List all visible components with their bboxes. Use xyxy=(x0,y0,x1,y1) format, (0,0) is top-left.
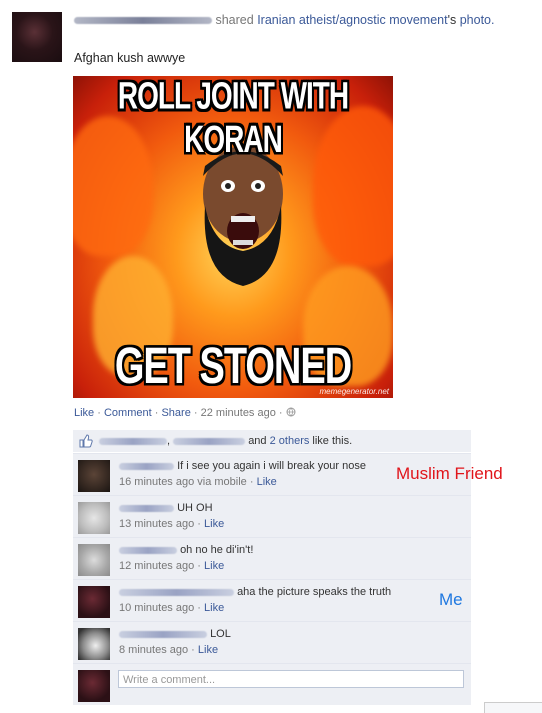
redacted-commenter-name[interactable] xyxy=(119,462,174,470)
annotation-me: Me xyxy=(439,590,463,609)
post-time[interactable]: 22 minutes ago xyxy=(201,407,276,419)
comment-composer: Write a comment... xyxy=(73,663,471,705)
redacted-commenter-name[interactable] xyxy=(119,504,174,512)
redacted-commenter-name[interactable] xyxy=(119,546,177,554)
redacted-commenter-name[interactable] xyxy=(119,630,207,638)
comment-text: UH OH xyxy=(177,502,213,514)
redacted-liker-name[interactable] xyxy=(173,437,246,445)
commenter-avatar[interactable] xyxy=(78,460,110,492)
separator: · xyxy=(97,407,101,419)
meme-watermark: memegenerator.net xyxy=(319,387,389,396)
comment-time[interactable]: 13 minutes ago xyxy=(119,518,194,530)
comment-like-link[interactable]: Like xyxy=(257,476,277,488)
window-corner xyxy=(484,702,542,713)
comment-link[interactable]: Comment xyxy=(104,407,152,419)
comment-time[interactable]: 16 minutes ago via mobile xyxy=(119,476,247,488)
comment-item: aha the picture speaks the truth 10 minu… xyxy=(73,579,471,621)
post-caption: Afghan kush awwye xyxy=(74,51,186,65)
others-link[interactable]: 2 others xyxy=(270,435,310,447)
separator: · xyxy=(197,602,201,614)
separator: · xyxy=(154,407,159,419)
share-link[interactable]: Share xyxy=(161,407,190,419)
page-name-link[interactable]: Iranian atheist/agnostic movement xyxy=(257,13,447,27)
comment-text: aha the picture speaks the truth xyxy=(237,586,392,598)
comment-like-link[interactable]: Like xyxy=(204,602,224,614)
poster-avatar[interactable] xyxy=(12,12,62,62)
separator: · xyxy=(197,560,201,572)
meme-top-text: ROLL JOINT WITH KORAN xyxy=(117,76,349,160)
photo-link[interactable]: photo. xyxy=(460,13,495,27)
commenter-avatar[interactable] xyxy=(78,628,110,660)
commenter-avatar[interactable] xyxy=(78,586,110,618)
comment-time[interactable]: 8 minutes ago xyxy=(119,644,188,656)
comment-text: oh no he di'in't! xyxy=(180,544,254,556)
comment-like-link[interactable]: Like xyxy=(204,518,224,530)
comment-like-link[interactable]: Like xyxy=(198,644,218,656)
comment-text: LOL xyxy=(210,628,231,640)
shared-word: shared xyxy=(215,13,254,27)
globe-icon xyxy=(286,407,296,417)
comment-like-link[interactable]: Like xyxy=(204,560,224,572)
redacted-poster-name[interactable] xyxy=(74,17,212,25)
possessive: 's xyxy=(447,13,457,27)
comment-item: LOL 8 minutes ago · Like xyxy=(73,621,471,663)
comment-time[interactable]: 10 minutes ago xyxy=(119,602,194,614)
likes-row: , and 2 others like this. xyxy=(73,430,471,453)
likes-text: , and 2 others like this. xyxy=(99,435,352,447)
separator: · xyxy=(249,476,254,488)
comment-time[interactable]: 12 minutes ago xyxy=(119,560,194,572)
meme-photo[interactable]: ROLL JOINT WITH KORAN GET STONED memegen… xyxy=(73,76,393,398)
annotation-muslim-friend: Muslim Friend xyxy=(396,464,503,483)
my-avatar xyxy=(78,670,110,702)
comment-item: oh no he di'in't! 12 minutes ago · Like xyxy=(73,537,471,579)
thumbs-up-icon xyxy=(79,434,93,448)
separator: · xyxy=(278,407,283,419)
separator: · xyxy=(197,518,201,530)
commenter-avatar[interactable] xyxy=(78,502,110,534)
comment-text: If i see you again i will break your nos… xyxy=(177,460,366,472)
separator: · xyxy=(193,407,198,419)
comment-item: UH OH 13 minutes ago · Like xyxy=(73,495,471,537)
redacted-commenter-name[interactable] xyxy=(119,588,234,596)
likes-and: and xyxy=(248,435,267,447)
story-header: shared Iranian atheist/agnostic movement… xyxy=(74,12,514,29)
redacted-liker-name[interactable] xyxy=(99,437,167,445)
write-comment-input[interactable]: Write a comment... xyxy=(118,670,464,688)
like-link[interactable]: Like xyxy=(74,407,94,419)
commenter-avatar[interactable] xyxy=(78,544,110,576)
likes-suffix: like this. xyxy=(312,435,353,447)
separator: · xyxy=(191,644,195,656)
post-actions: Like · Comment · Share · 22 minutes ago … xyxy=(74,407,296,419)
